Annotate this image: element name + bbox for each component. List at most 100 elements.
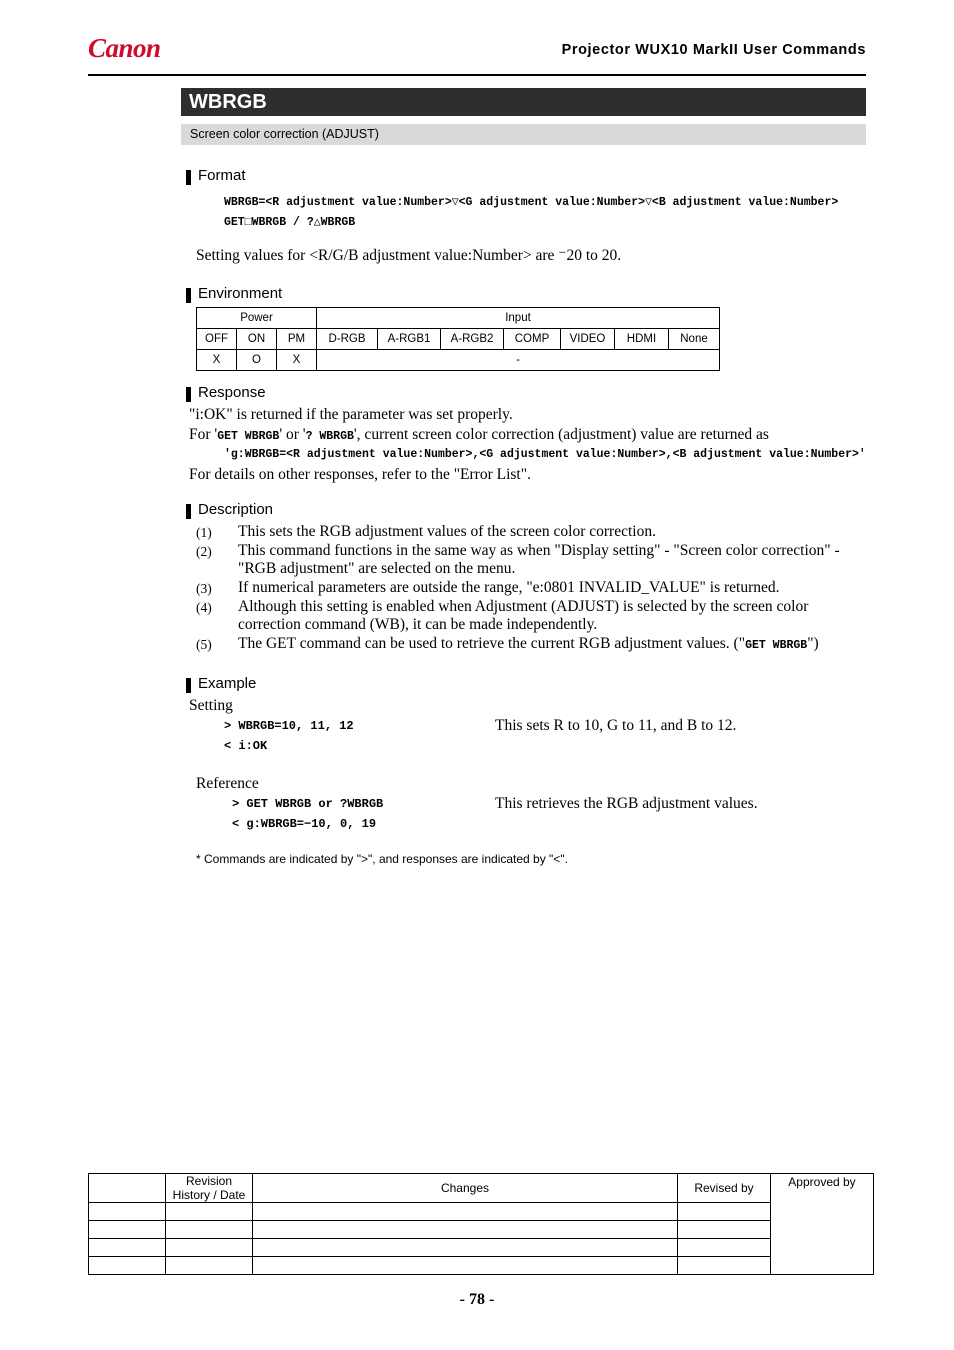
description-item-number: (5) xyxy=(196,637,212,652)
page-header: Canon Projector WUX10 MarkII User Comman… xyxy=(88,30,866,76)
example-reference-command: > GET WBRGB or ?WBRGB xyxy=(232,797,384,811)
revision-cell xyxy=(677,1202,771,1221)
env-group-power: Power xyxy=(196,307,317,329)
canon-logo: Canon xyxy=(88,33,213,63)
response-line-2: For 'GET WBRGB' or '? WBRGB', current sc… xyxy=(189,426,769,444)
env-col-drgb: D-RGB xyxy=(316,328,378,350)
example-setting-command: > WBRGB=10, 11, 12 xyxy=(224,719,354,733)
env-col-comp: COMP xyxy=(503,328,561,350)
revision-header-approved-by: Approved by xyxy=(770,1173,874,1275)
description-item-number: (3) xyxy=(196,581,212,596)
revision-cell xyxy=(252,1256,678,1275)
example-reference-response: < g:WBRGB=−10, 0, 19 xyxy=(232,817,377,831)
env-col-on: ON xyxy=(236,328,277,350)
revision-cell xyxy=(88,1256,166,1275)
description-item-text: This command functions in the same way a… xyxy=(238,542,840,577)
revision-cell xyxy=(88,1238,166,1257)
environment-table: Power Input OFF ON PM D-RGB A-RGB1 A-RGB… xyxy=(196,307,720,371)
env-value-pm: X xyxy=(276,349,317,371)
example-reference-label: Reference xyxy=(196,775,259,792)
env-col-pm: PM xyxy=(276,328,317,350)
description-item-text: Although this setting is enabled when Ad… xyxy=(238,598,809,633)
revision-cell xyxy=(252,1220,678,1239)
env-table-header-row: OFF ON PM D-RGB A-RGB1 A-RGB2 COMP VIDEO… xyxy=(196,328,720,350)
response-line-2-pre: For ' xyxy=(189,426,218,443)
description-list: (1) This sets the RGB adjustment values … xyxy=(196,523,868,654)
env-table-value-row: X O X - xyxy=(196,349,720,371)
revision-header-history-date: Revision History / Date xyxy=(165,1173,253,1203)
example-setting-response: < i:OK xyxy=(224,739,268,753)
revision-table-row xyxy=(88,1202,874,1221)
description-item-number: (2) xyxy=(196,544,212,559)
env-value-off: X xyxy=(196,349,237,371)
command-title: WBRGB xyxy=(181,88,866,116)
revision-header-revised-by: Revised by xyxy=(677,1173,771,1203)
response-line-2-post: ', current screen color correction (adju… xyxy=(353,426,769,443)
revision-table-header-row: Revision History / Date Changes Revised … xyxy=(88,1173,874,1275)
revision-cell xyxy=(88,1220,166,1239)
description-item: (5) The GET command can be used to retri… xyxy=(196,635,868,653)
env-col-none: None xyxy=(668,328,720,350)
response-code-get: GET WBRGB xyxy=(217,430,280,443)
revision-cell xyxy=(677,1256,771,1275)
env-value-input: - xyxy=(316,349,720,371)
description-item-text: If numerical parameters are outside the … xyxy=(238,579,780,596)
section-heading-response: Response xyxy=(186,384,266,402)
example-footnote: * Commands are indicated by ">", and res… xyxy=(196,852,568,866)
format-line-1: WBRGB=<R adjustment value:Number>▽<G adj… xyxy=(224,196,839,209)
section-heading-description: Description xyxy=(186,501,273,519)
description-item-text-pre: The GET command can be used to retrieve … xyxy=(238,635,746,652)
example-reference-command-description: This retrieves the RGB adjustment values… xyxy=(495,795,758,812)
revision-cell xyxy=(677,1238,771,1257)
env-table-group-row: Power Input xyxy=(196,307,720,329)
description-item: (1) This sets the RGB adjustment values … xyxy=(196,523,868,541)
revision-cell xyxy=(165,1238,253,1257)
description-item: (2) This command functions in the same w… xyxy=(196,542,868,578)
response-line-4: For details on other responses, refer to… xyxy=(189,466,531,483)
description-item-code: GET WBRGB xyxy=(745,639,808,652)
description-item: (3) If numerical parameters are outside … xyxy=(196,579,868,597)
env-col-argb2: A-RGB2 xyxy=(440,328,504,350)
canon-logo-text: Canon xyxy=(88,33,161,63)
page-number: - 78 - xyxy=(459,1291,495,1308)
response-code-query: ? WBRGB xyxy=(305,430,354,443)
env-col-argb1: A-RGB1 xyxy=(377,328,441,350)
section-heading-environment: Environment xyxy=(186,285,282,303)
revision-approved-by-label: Approved by xyxy=(788,1175,856,1189)
format-line-2: GET□WBRGB / ?△WBRGB xyxy=(224,216,356,229)
revision-table-row xyxy=(88,1256,874,1275)
revision-cell xyxy=(252,1202,678,1221)
response-line-1: "i:OK" is returned if the parameter was … xyxy=(189,406,513,423)
response-line-2-mid: ' or ' xyxy=(279,426,306,443)
example-setting-command-description: This sets R to 10, G to 11, and B to 12. xyxy=(495,717,737,734)
command-subtitle: Screen color correction (ADJUST) xyxy=(181,124,866,145)
description-item-text: The GET command can be used to retrieve … xyxy=(238,635,868,653)
revision-cell xyxy=(677,1220,771,1239)
revision-history-table: Revision History / Date Changes Revised … xyxy=(88,1173,874,1275)
description-item-text-post: ") xyxy=(807,635,819,652)
revision-cell xyxy=(165,1202,253,1221)
env-group-input: Input xyxy=(316,307,720,329)
section-heading-format: Format xyxy=(186,167,246,185)
section-heading-example: Example xyxy=(186,675,256,693)
document-page: Canon Projector WUX10 MarkII User Comman… xyxy=(0,0,954,1350)
description-item-number: (4) xyxy=(196,600,212,615)
revision-cell xyxy=(165,1256,253,1275)
env-col-video: VIDEO xyxy=(560,328,615,350)
description-item: (4) Although this setting is enabled whe… xyxy=(196,598,868,634)
revision-table-row xyxy=(88,1220,874,1239)
env-value-on: O xyxy=(236,349,277,371)
header-title: Projector WUX10 MarkII User Commands xyxy=(561,42,866,58)
example-setting-label: Setting xyxy=(189,697,233,714)
revision-header-changes: Changes xyxy=(252,1173,678,1203)
revision-cell xyxy=(252,1238,678,1257)
revision-table-row xyxy=(88,1238,874,1257)
description-item-text: This sets the RGB adjustment values of t… xyxy=(238,523,656,540)
env-col-hdmi: HDMI xyxy=(614,328,669,350)
revision-cell xyxy=(165,1220,253,1239)
env-col-off: OFF xyxy=(196,328,237,350)
response-line-3: 'g:WBRGB=<R adjustment value:Number>,<G … xyxy=(224,448,866,461)
description-item-number: (1) xyxy=(196,525,212,540)
revision-cell xyxy=(88,1202,166,1221)
format-note: Setting values for <R/G/B adjustment val… xyxy=(196,247,622,264)
